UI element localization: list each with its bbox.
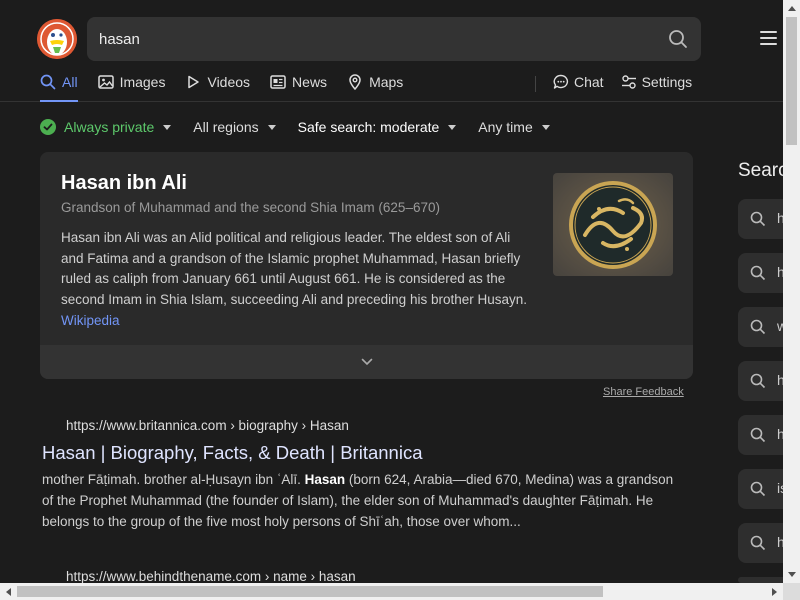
horizontal-scrollbar[interactable] [0,583,783,600]
tab-all[interactable]: All [40,72,78,102]
tab-videos[interactable]: Videos [185,72,250,102]
filter-bar: Always private All regions Safe search: … [40,117,572,137]
knowledge-card-subtitle: Grandson of Muhammad and the second Shia… [61,200,440,215]
duckduckgo-logo[interactable] [37,19,77,59]
safe-search-filter[interactable]: Safe search: moderate [298,119,457,135]
map-pin-icon [349,74,361,90]
tab-maps[interactable]: Maps [347,72,403,102]
search-icon [750,535,766,551]
chevron-down-icon [267,124,276,130]
search-icon [40,74,56,90]
vertical-scroll-thumb[interactable] [786,17,797,145]
snippet-highlight: Hasan [304,472,346,487]
settings-icon [621,75,636,89]
related-searches-title: Searc [738,160,788,181]
tab-images[interactable]: Images [97,72,166,102]
chevron-down-icon [361,358,372,366]
wikipedia-link[interactable]: Wikipedia [61,313,120,328]
search-input[interactable] [99,17,659,61]
time-filter-label: Any time [478,119,533,135]
scroll-right-icon[interactable] [766,583,783,600]
tab-chat[interactable]: Chat [553,72,604,102]
search-box [87,17,701,61]
tab-label: Settings [641,74,693,90]
chat-icon [553,74,569,89]
right-tabs: Chat Settings [553,72,709,102]
horizontal-scroll-thumb[interactable] [17,586,603,597]
search-tabs: All Images Videos News Maps [40,72,423,102]
knowledge-card-body: Hasan ibn Ali was an Alid political and … [61,228,531,332]
duck-icon [37,19,77,59]
scroll-up-icon[interactable] [783,0,800,17]
tab-label: Videos [207,74,251,90]
knowledge-card: Hasan ibn Ali Grandson of Muhammad and t… [40,152,693,379]
tab-label: All [62,74,78,90]
play-icon [188,75,200,89]
result-snippet: mother Fāṭimah. brother al-Ḥusayn ibn ʿA… [42,469,682,532]
expand-card-button[interactable] [40,345,693,379]
check-circle-icon [40,119,56,135]
region-filter[interactable]: All regions [193,119,276,135]
calligraphy-medallion-image [553,173,673,276]
search-icon [750,427,766,443]
share-feedback-link[interactable]: Share Feedback [603,386,684,398]
chevron-down-icon [163,124,172,130]
region-filter-label: All regions [193,119,259,135]
tab-news[interactable]: News [270,72,327,102]
tab-settings[interactable]: Settings [621,72,693,102]
privacy-filter[interactable]: Always private [40,119,172,135]
divider [535,76,536,92]
search-icon [750,211,766,227]
search-result: https://www.britannica.com › biography ›… [42,418,682,538]
search-icon [750,481,766,497]
search-icon [750,319,766,335]
knowledge-card-image[interactable] [553,173,673,276]
vertical-scrollbar[interactable] [783,0,800,583]
time-filter[interactable]: Any time [478,119,550,135]
tab-label: Chat [574,74,604,90]
result-url[interactable]: https://www.britannica.com › biography ›… [66,418,349,433]
tab-label: News [292,74,328,90]
search-icon[interactable] [668,29,688,49]
result-title[interactable]: Hasan | Biography, Facts, & Death | Brit… [42,442,422,464]
scrollbar-corner [783,583,800,600]
search-icon [750,373,766,389]
scroll-down-icon[interactable] [783,566,800,583]
chevron-down-icon [541,124,550,130]
search-icon [750,265,766,281]
knowledge-card-title: Hasan ibn Ali [61,172,187,194]
result-url[interactable]: https://www.behindthename.com › name › h… [66,569,356,583]
search-result: https://www.behindthename.com › name › h… [42,569,682,583]
knowledge-card-text: Hasan ibn Ali was an Alid political and … [61,230,528,308]
chevron-down-icon [448,124,457,130]
header: All Images Videos News [0,0,783,102]
newspaper-icon [270,75,286,89]
tab-label: Images [119,74,166,90]
privacy-filter-label: Always private [64,119,155,135]
snippet-text: mother Fāṭimah. brother al-Ḥusayn ibn ʿA… [42,472,305,487]
image-icon [97,75,114,89]
tab-label: Maps [369,74,404,90]
hamburger-menu-icon[interactable] [760,31,777,45]
safe-search-label: Safe search: moderate [297,119,440,135]
scroll-left-icon[interactable] [0,583,17,600]
